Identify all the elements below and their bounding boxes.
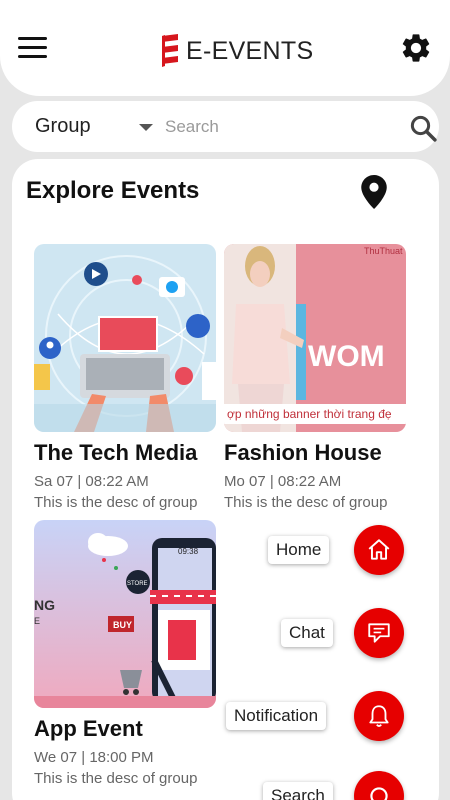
logo-mark-icon (162, 34, 178, 67)
chat-icon (368, 623, 390, 643)
event-desc: This is the desc of group (34, 770, 198, 787)
home-button[interactable] (354, 525, 404, 575)
fab-label-chat[interactable]: Chat (281, 619, 333, 647)
event-image (34, 244, 216, 432)
event-image: WOM ThuThuat ợp những banner thời trang … (224, 244, 406, 432)
search-icon[interactable] (408, 113, 438, 143)
event-image: 09:38 STORE BUY NG E (34, 520, 216, 708)
notification-button[interactable] (354, 691, 404, 741)
event-title: App Event (34, 716, 143, 741)
app-header: E-EVENTS (0, 0, 450, 96)
clock-text: 09:38 (178, 547, 199, 556)
buy-text: BUY (113, 620, 132, 630)
fab-label-notification[interactable]: Notification (226, 702, 327, 730)
app-title: E-EVENTS (186, 36, 314, 65)
watermark-text: ThuThuat (364, 246, 403, 256)
image-left-sub: E (34, 616, 40, 626)
event-title: Fashion House (224, 440, 382, 465)
event-desc: This is the desc of group (34, 494, 198, 511)
fab-label-search[interactable]: Search (263, 782, 333, 800)
event-title: The Tech Media (34, 440, 198, 465)
app-logo: E-EVENTS (162, 34, 313, 68)
chevron-down-icon[interactable] (139, 124, 153, 131)
search-input[interactable] (165, 113, 385, 141)
home-icon (368, 539, 390, 560)
event-card[interactable]: The Tech Media Sa 07 | 08:22 AM This is … (34, 244, 220, 511)
gear-icon[interactable] (399, 31, 433, 65)
group-select[interactable]: Group (35, 115, 91, 138)
event-date: Sa 07 | 08:22 AM (34, 473, 149, 490)
banner-text: WOM (308, 340, 385, 373)
event-desc: This is the desc of group (224, 494, 388, 511)
banner-caption: ợp những banner thời trang đẹ (227, 407, 392, 421)
store-text: STORE (127, 581, 148, 587)
page-title: Explore Events (26, 177, 200, 204)
image-left-text: NG (34, 597, 55, 613)
bell-icon (369, 705, 389, 727)
event-date: Mo 07 | 08:22 AM (224, 473, 342, 490)
event-card[interactable]: 09:38 STORE BUY NG E App Event We 07 | 1… (34, 520, 220, 787)
chat-button[interactable] (354, 608, 404, 658)
fab-label-home[interactable]: Home (268, 536, 330, 564)
menu-icon[interactable] (18, 37, 47, 59)
search-icon (370, 787, 388, 800)
map-pin-icon[interactable] (361, 175, 387, 209)
event-card[interactable]: WOM ThuThuat ợp những banner thời trang … (224, 244, 410, 511)
filter-bar: Group (12, 101, 439, 152)
event-date: We 07 | 18:00 PM (34, 749, 154, 766)
